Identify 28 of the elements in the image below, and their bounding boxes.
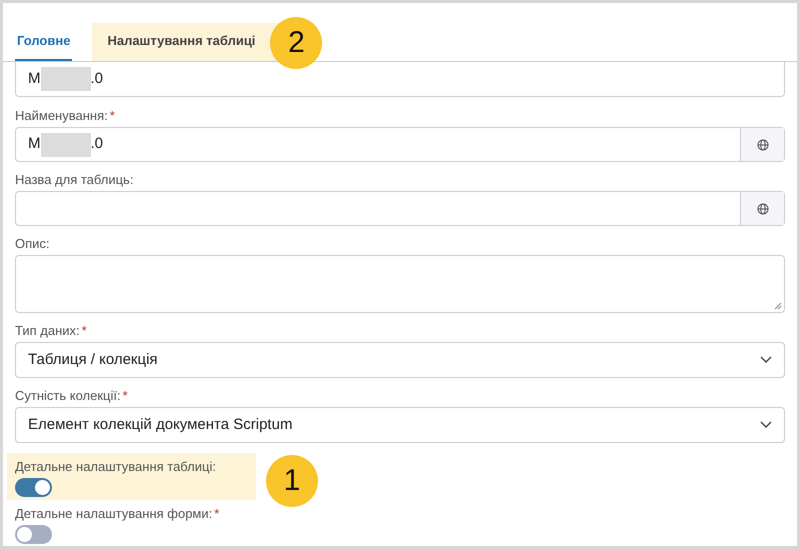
toggle-switch[interactable]: [15, 478, 52, 497]
field-label: Тип даних:*: [15, 323, 88, 339]
text-field[interactable]: M .0: [15, 127, 785, 162]
translate-button[interactable]: [740, 192, 784, 225]
field-value: .0: [90, 134, 104, 154]
resize-grip-icon: [774, 302, 782, 310]
translate-button[interactable]: [740, 128, 784, 161]
field-label: Опис:: [15, 236, 51, 252]
chevron-down-icon: [760, 356, 772, 364]
step-badge: 2: [270, 17, 322, 69]
text-field[interactable]: M .0: [15, 62, 785, 97]
toggle-switch[interactable]: [15, 525, 52, 544]
dropdown[interactable]: Елемент колекцій документа Scriptum: [15, 407, 785, 443]
field-label: Назва для таблиць:: [15, 172, 134, 188]
field-label: Детальне налаштування таблиці:: [15, 459, 216, 475]
field-value: M: [28, 68, 40, 89]
field-value: M: [28, 134, 40, 154]
field-label: Детальне налаштування форми:*: [15, 506, 220, 522]
field-label: Сутність колекції:*: [15, 388, 129, 404]
field-label: Найменування:*: [15, 108, 116, 124]
globe-icon: [756, 202, 768, 214]
chevron-down-icon: [760, 421, 772, 429]
text-field[interactable]: [15, 191, 785, 226]
field-value: .0: [90, 68, 104, 89]
step-badge: 1: [266, 455, 318, 507]
tab[interactable]: Налаштування таблиці: [92, 23, 270, 61]
dropdown[interactable]: Таблиця / колекція: [15, 342, 785, 378]
globe-icon: [756, 138, 768, 150]
